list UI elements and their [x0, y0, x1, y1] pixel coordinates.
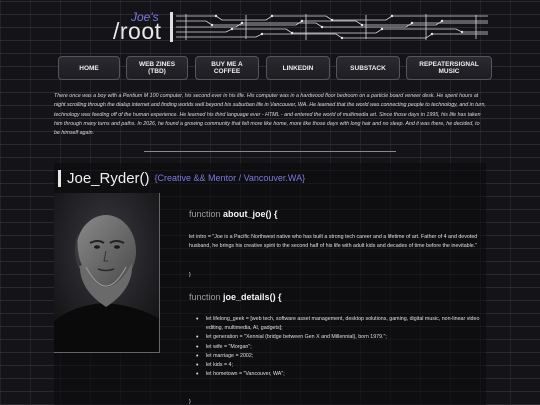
nav-linkedin-button[interactable]: LINKEDIN [266, 56, 330, 80]
logo-text[interactable]: /root [113, 18, 162, 45]
about-keyword: function [189, 209, 221, 219]
intro-paragraph: There once was a boy with a Pentium M 10… [54, 93, 486, 137]
profile-name: Joe_Ryder() [67, 169, 150, 187]
details-keyword: function [189, 292, 221, 302]
profile-heading: Joe_Ryder() {Creative && Mentor / Vancou… [58, 168, 305, 188]
nav-buy-me-a-coffee-button[interactable]: BUY ME A COFFEE [195, 56, 259, 80]
nav-substack-button[interactable]: SUBSTACK [336, 56, 400, 80]
nav-web-zines-button[interactable]: WEB ZINES (TBD) [126, 56, 188, 80]
main-nav: HOME WEB ZINES (TBD) BUY ME A COFFEE LIN… [58, 56, 492, 80]
profile-photo [54, 193, 160, 353]
about-function-heading: function about_joe() { [189, 209, 278, 219]
heading-bar [58, 169, 61, 187]
section-divider [144, 151, 396, 152]
about-intro-text: let intro = "Joe is a Pacific Northwest … [189, 234, 478, 250]
list-item: let generation = "Xennial (bridge betwee… [196, 333, 481, 342]
circuit-banner-icon [176, 14, 488, 40]
details-close-brace: } [189, 399, 191, 405]
list-item: let wife = "Morgan"; [196, 343, 481, 352]
nav-repeatersignal-music-button[interactable]: REPEATERSIGNAL MUSIC [406, 56, 492, 80]
profile-subtitle: {Creative && Mentor / Vancouver.WA} [154, 173, 306, 183]
about-close-brace: } [189, 272, 191, 278]
about-function-name: about_joe() { [223, 209, 278, 219]
details-function-heading: function joe_details() { [189, 292, 282, 302]
profile-photo-image [54, 193, 159, 352]
list-item: let kids = 4; [196, 361, 481, 370]
site-header: Joe's /root [0, 0, 540, 48]
logo-divider [170, 12, 173, 42]
list-item: let lifelong_geek = [web tech, software … [196, 315, 481, 333]
list-item: let hometown = "Vancouver, WA"; [196, 370, 481, 379]
list-item: let marriage = 2002; [196, 352, 481, 361]
details-function-name: joe_details() { [223, 292, 282, 302]
nav-home-button[interactable]: HOME [58, 56, 120, 80]
details-list: let lifelong_geek = [web tech, software … [196, 315, 481, 380]
